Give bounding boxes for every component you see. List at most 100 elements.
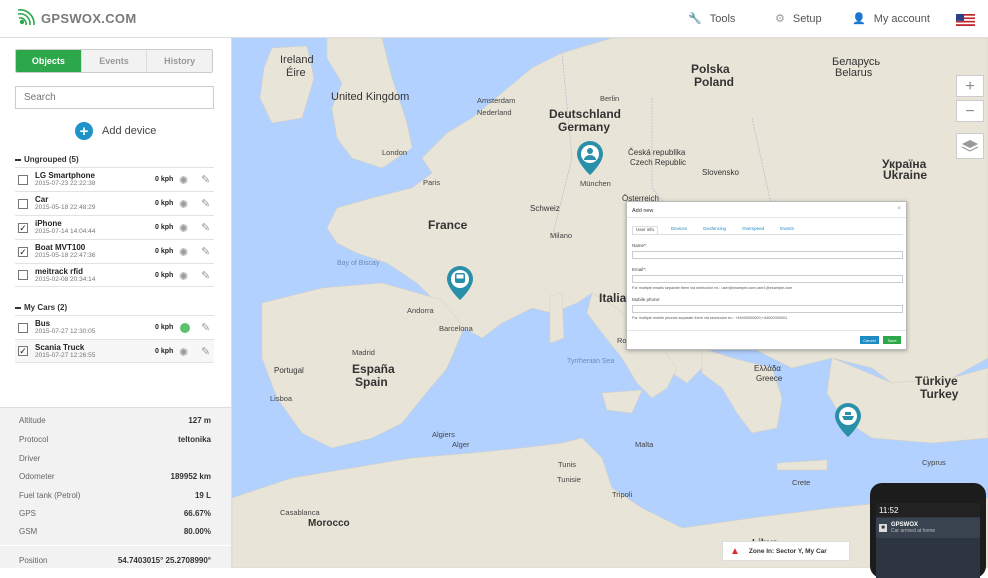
detail-label: Fuel tank (Petrol) (19, 491, 81, 500)
account-menu[interactable]: 👤 My account (852, 12, 930, 26)
zone-notification[interactable]: ▲ Zone In: Sector Y, My Car (722, 541, 850, 561)
user-icon: 👤 (852, 13, 866, 25)
detail-row: Odometer 189952 km (19, 472, 211, 481)
edit-icon[interactable]: ✎ (201, 269, 210, 282)
device-checkbox[interactable] (18, 270, 28, 280)
city-label: Tunisie (557, 475, 581, 484)
engine-status-icon: ✺ (179, 175, 189, 187)
device-speed: 0 kph (155, 271, 174, 279)
device-row[interactable]: Bus 2015-07-27 12:30:05 0 kph ✎ (15, 315, 214, 339)
map-label: Česká republika (628, 148, 686, 157)
name-field[interactable] (632, 251, 903, 259)
plus-icon: + (75, 122, 93, 140)
notification-text: Zone In: Sector Y, My Car (748, 547, 827, 555)
engine-status-icon: ✺ (179, 247, 189, 259)
search-input[interactable] (15, 86, 214, 109)
device-name: Car (35, 195, 49, 204)
tab-geofencing[interactable]: Geofencing (700, 226, 729, 234)
tab-user-info[interactable]: User info (632, 226, 659, 234)
edit-icon[interactable]: ✎ (201, 221, 210, 234)
detail-value: 54.7403015° 25.2708990° (117, 556, 211, 565)
device-row[interactable]: meitrack rfid 2015-02-08 20:34:14 0 kph ✺… (15, 263, 214, 287)
tab-overspeed[interactable]: Overspeed (739, 226, 767, 234)
layers-icon (961, 140, 979, 152)
map-label: France (428, 218, 468, 232)
device-row[interactable]: ✓ iPhone 2015-07-14 14:04:44 0 kph ✺ ✎ (15, 215, 214, 239)
device-row[interactable]: ✓ Boat MVT100 2015-05-18 22:47:36 0 kph ✺… (15, 239, 214, 263)
edit-icon[interactable]: ✎ (201, 245, 210, 258)
device-checkbox-checked[interactable]: ✓ (18, 222, 28, 233)
group-header-ungrouped[interactable]: Ungrouped (5) (15, 155, 79, 164)
tab-objects[interactable]: Objects (16, 50, 81, 72)
person-marker-icon[interactable] (577, 141, 603, 175)
edit-icon[interactable]: ✎ (201, 173, 210, 186)
device-row[interactable]: ✓ Scania Truck 2015-07-27 12:26:55 0 kph … (15, 339, 214, 363)
tab-events[interactable]: Events (80, 50, 147, 72)
bus-marker-icon[interactable] (447, 266, 473, 300)
detail-label: Odometer (19, 472, 55, 481)
detail-label: Protocol (19, 435, 49, 444)
wrench-icon: 🔧 (688, 13, 702, 25)
account-label: My account (873, 12, 930, 25)
zoom-in-button[interactable]: + (956, 75, 984, 97)
tab-history[interactable]: History (146, 50, 212, 72)
tab-events[interactable]: Events (777, 226, 797, 234)
detail-value: teltonika (178, 435, 211, 444)
device-time: 2015-07-27 12:30:05 (35, 328, 96, 335)
edit-icon[interactable]: ✎ (201, 321, 210, 334)
city-label: Cyprus (922, 458, 946, 467)
phone-message: Car arrived at home (891, 528, 936, 534)
boat-marker-icon[interactable] (835, 403, 861, 437)
device-time: 2015-05-18 22:47:36 (35, 252, 96, 259)
device-speed: 0 kph (155, 176, 174, 183)
device-name: Boat MVT100 (35, 243, 86, 252)
group-header-my-cars[interactable]: My Cars (2) (15, 303, 67, 312)
close-icon[interactable]: × (897, 206, 901, 212)
device-checkbox[interactable] (18, 174, 28, 185)
map-label: Morocco (308, 518, 350, 529)
mobile-field[interactable] (632, 305, 903, 313)
detail-row: Fuel tank (Petrol) 19 L (19, 491, 211, 500)
email-hint: For multiple emails separate them via se… (632, 286, 793, 290)
device-checkbox[interactable] (18, 198, 28, 209)
zoom-out-button[interactable]: − (956, 100, 984, 122)
detail-label: Altitude (19, 416, 46, 425)
device-checkbox-checked[interactable]: ✓ (18, 246, 28, 257)
city-label: Casablanca (280, 508, 320, 517)
detail-label: Driver (19, 454, 41, 463)
city-label: Paris (423, 178, 441, 187)
device-name: LG Smartphone (35, 171, 96, 180)
us-flag-icon[interactable] (956, 13, 975, 26)
device-row[interactable]: Car 2015-05-18 22:48:29 0 kph ✺ ✎ (15, 191, 214, 215)
map-label: Ελλάδα (754, 364, 781, 373)
sea-label: Bay of Biscay (337, 260, 380, 267)
edit-icon[interactable]: ✎ (201, 197, 210, 210)
device-speed: 0 kph (155, 200, 174, 207)
device-checkbox-checked[interactable]: ✓ (18, 346, 28, 356)
tools-menu[interactable]: 🔧 Tools (688, 12, 735, 26)
brand-name: GPSWOX.COM (41, 10, 137, 26)
cancel-button[interactable]: Cancel (860, 336, 879, 344)
setup-menu[interactable]: ⚙ Setup (775, 12, 822, 26)
save-button[interactable]: Save (883, 336, 901, 344)
device-checkbox[interactable] (18, 322, 28, 333)
edit-icon[interactable]: ✎ (201, 345, 210, 358)
email-label: Email*: (632, 267, 647, 272)
layers-button[interactable] (956, 133, 984, 159)
device-row[interactable]: LG Smartphone 2015-07-23 22:22:38 0 kph ✺… (15, 167, 214, 191)
tab-devices[interactable]: Devices (668, 226, 690, 234)
city-label: Crete (792, 478, 811, 487)
device-time: 2015-05-18 22:48:29 (35, 204, 96, 211)
add-device-button[interactable]: + Add device (75, 122, 156, 140)
map-label: Poland (694, 75, 735, 89)
phone-illustration: 11:52 ■ GPSWOX Car arrived at home (868, 483, 988, 578)
detail-label: GSM (19, 527, 38, 536)
map-label: Polska (691, 62, 730, 76)
map-label: Slovensko (702, 168, 739, 177)
map-label: Germany (558, 120, 611, 134)
detail-row: Position 54.7403015° 25.2708990° (19, 556, 211, 565)
device-name: Scania Truck (35, 342, 85, 352)
brand-logo[interactable]: GPSWOX.COM (15, 7, 136, 29)
email-field[interactable] (632, 275, 903, 283)
modal-tabs: User info Devices Geofencing Overspeed E… (632, 226, 903, 235)
